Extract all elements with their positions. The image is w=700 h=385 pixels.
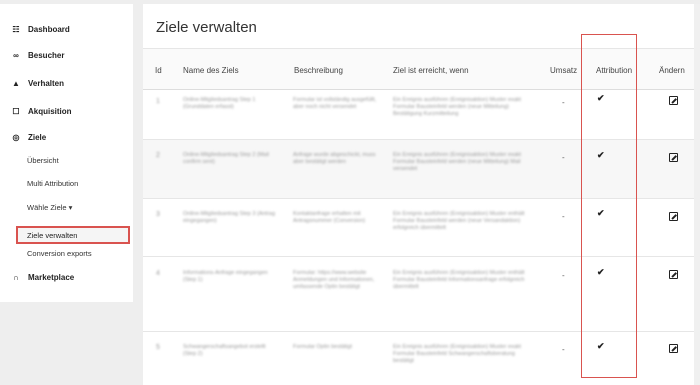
column-header-name[interactable]: Name des Ziels (183, 66, 239, 75)
sidebar-item-label: Verhalten (28, 78, 65, 88)
goal-condition: Ein Ereignis ausführen (Ereignisaktion) … (393, 270, 525, 290)
binoculars-icon: ∞ (13, 50, 19, 60)
attribution-check-icon: ✔ (597, 341, 605, 351)
goal-id: 3 (156, 211, 160, 218)
scrollbar[interactable] (694, 4, 700, 385)
sidebar-item-marketplace[interactable]: ∩ Marketplace (0, 266, 74, 288)
goal-id: 5 (156, 344, 160, 351)
sidebar-item-label: Marketplace (28, 272, 75, 282)
sidebar-item-verhalten[interactable]: ▲ Verhalten (0, 72, 64, 94)
goal-umsatz: - (562, 98, 565, 107)
goal-id: 1 (156, 98, 160, 105)
attribution-check-icon: ✔ (597, 208, 605, 218)
goal-umsatz: - (562, 153, 565, 162)
goal-name: Online-Mitgliedsantrag Step 1 (Grunddate… (183, 97, 256, 110)
goal-condition: Ein Ereignis ausführen (Ereignisaktion) … (393, 97, 522, 117)
table-row: 3 Online-Mitgliedsantrag Step 3 (Antrag … (143, 199, 700, 257)
sidebar-item-akquisition[interactable]: ☐ Akquisition (0, 100, 72, 122)
goal-condition: Ein Ereignis ausführen (Ereignisaktion) … (393, 152, 522, 172)
goal-description: Anfrage wurde abgeschickt, muss aber bes… (293, 152, 376, 165)
column-header-umsatz[interactable]: Umsatz (550, 66, 577, 75)
goal-description: Formular: https://www.website Anmeldunge… (293, 270, 375, 290)
table-row: 2 Online-Mitgliedsantrag Step 2 (Mail co… (143, 140, 700, 199)
main-panel: Ziele verwalten Id Name des Ziels Beschr… (143, 4, 700, 385)
goal-condition: Ein Ereignis ausführen (Ereignisaktion) … (393, 211, 525, 231)
sub-item-uebersicht[interactable]: Übersicht (27, 152, 59, 168)
sidebar-item-label: Ziele (28, 132, 47, 142)
goal-id: 4 (156, 270, 160, 277)
edit-icon[interactable] (669, 153, 678, 162)
sub-item-conversion-exports[interactable]: Conversion exports (27, 245, 92, 261)
column-header-description[interactable]: Beschreibung (294, 66, 343, 75)
edit-icon[interactable] (669, 344, 678, 353)
attribution-check-icon: ✔ (597, 267, 605, 277)
table-header: Id Name des Ziels Beschreibung Ziel ist … (143, 48, 700, 90)
column-header-edit[interactable]: Ändern (659, 66, 685, 75)
goal-umsatz: - (562, 345, 565, 354)
attribution-check-icon: ✔ (597, 93, 605, 103)
column-header-condition[interactable]: Ziel ist erreicht, wenn (393, 66, 469, 75)
goal-description: Formular ist vollständig ausgefüllt, abe… (293, 97, 377, 110)
goal-condition: Ein Ereignis ausführen (Ereignisaktion) … (393, 344, 522, 364)
goal-description: Formular Optin bestätigt (293, 344, 352, 350)
goal-name: Informations-Anfrage eingegangen (Step 1… (183, 270, 268, 283)
goal-umsatz: - (562, 271, 565, 280)
goal-id: 2 (156, 152, 160, 159)
dashboard-icon: ☷ (12, 24, 20, 34)
column-header-id[interactable]: Id (155, 66, 162, 75)
goal-umsatz: - (562, 212, 565, 221)
edit-icon[interactable] (669, 96, 678, 105)
goal-name: Schwangerschaftsangebot erstellt (Step 2… (183, 344, 266, 357)
edit-icon[interactable] (669, 270, 678, 279)
target-icon: ◎ (12, 132, 20, 142)
column-header-attribution[interactable]: Attribution (596, 66, 632, 75)
sidebar-item-besucher[interactable]: ∞ Besucher (0, 44, 64, 66)
sidebar-item-ziele[interactable]: ◎ Ziele (0, 126, 47, 148)
sub-item-ziele-verwalten[interactable]: Ziele verwalten (16, 226, 130, 244)
edit-icon[interactable] (669, 212, 678, 221)
bell-icon: ▲ (12, 78, 20, 88)
goal-name: Online-Mitgliedsantrag Step 2 (Mail conf… (183, 152, 269, 165)
attribution-check-icon: ✔ (597, 150, 605, 160)
sub-item-multi-attribution[interactable]: Multi Attribution (27, 175, 78, 191)
page-title: Ziele verwalten (156, 19, 257, 36)
sub-item-waehle-ziele[interactable]: Wähle Ziele ▾ (27, 199, 72, 215)
goal-description: Kontaktanfrage erhalten mit Antragsnumme… (293, 211, 366, 224)
square-icon: ☐ (12, 106, 20, 116)
sidebar: ☷ Dashboard ∞ Besucher ▲ Verhalten ☐ Akq… (0, 4, 133, 302)
table-row: 4 Informations-Anfrage eingegangen (Step… (143, 257, 700, 332)
sidebar-item-label: Dashboard (28, 24, 70, 34)
sidebar-item-label: Besucher (28, 50, 65, 60)
sidebar-item-label: Akquisition (28, 106, 72, 116)
sidebar-item-dashboard[interactable]: ☷ Dashboard (0, 18, 70, 40)
table-row: 5 Schwangerschaftsangebot erstellt (Step… (143, 332, 700, 385)
goal-name: Online-Mitgliedsantrag Step 3 (Antrag ei… (183, 211, 276, 224)
marketplace-icon: ∩ (13, 272, 19, 282)
table-row: 1 Online-Mitgliedsantrag Step 1 (Grundda… (143, 90, 700, 140)
